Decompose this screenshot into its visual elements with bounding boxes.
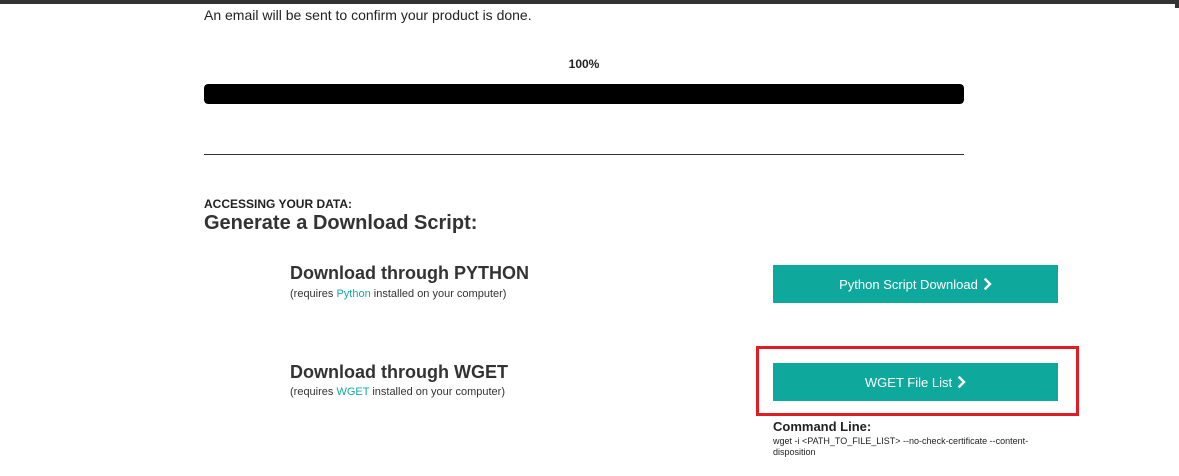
wget-link[interactable]: WGET [336, 386, 369, 398]
top-border [0, 0, 1179, 4]
progress-bar [204, 84, 964, 104]
section-divider [204, 154, 964, 155]
wget-requirement: (requires WGET installed on your compute… [290, 386, 505, 398]
wget-file-list-button[interactable]: WGET File List [773, 363, 1058, 401]
top-border-corner [1175, 0, 1179, 8]
section-label: ACCESSING YOUR DATA: [204, 197, 353, 211]
python-script-download-button[interactable]: Python Script Download [773, 265, 1058, 303]
wget-req-prefix: (requires [290, 386, 337, 398]
progress-percent: 100% [568, 57, 600, 71]
progress-bar-fill [204, 84, 964, 104]
python-req-suffix: installed on your computer) [370, 288, 507, 300]
python-button-label: Python Script Download [839, 276, 978, 292]
wget-button-label: WGET File List [864, 374, 953, 390]
command-line-text: wget -i <PATH_TO_FILE_LIST> --no-check-c… [773, 436, 1029, 457]
python-option-title: Download through PYTHON [290, 263, 529, 283]
python-requirement: (requires Python installed on your compu… [290, 288, 506, 300]
section-title: Generate a Download Script: [204, 212, 478, 234]
chevron-right-icon [958, 376, 966, 388]
email-notice: An email will be sent to confirm your pr… [204, 7, 532, 23]
command-line-label: Command Line: [773, 419, 872, 434]
python-link[interactable]: Python [336, 288, 370, 300]
wget-req-suffix: installed on your computer) [369, 386, 505, 398]
chevron-right-icon [983, 278, 992, 290]
wget-option-title: Download through WGET [290, 362, 508, 382]
python-req-prefix: (requires [290, 288, 337, 300]
